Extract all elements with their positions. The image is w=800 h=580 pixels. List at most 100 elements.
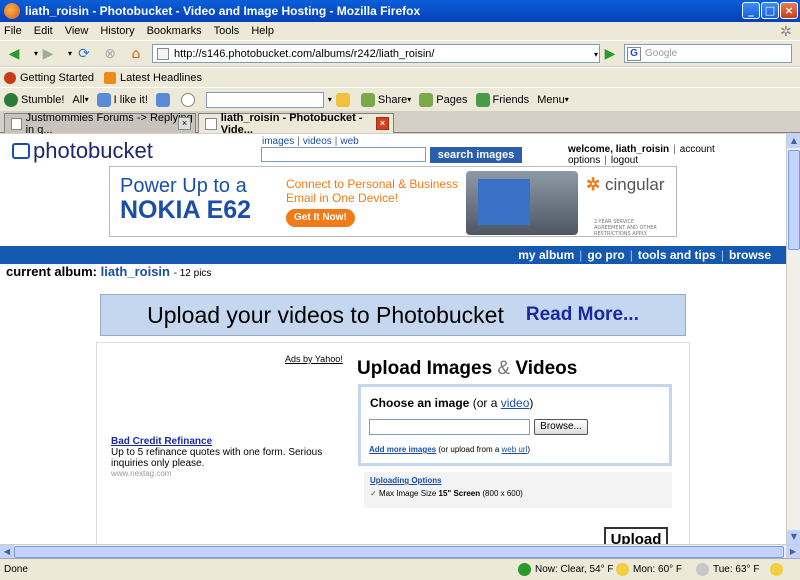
- nav-tools-and-tips[interactable]: tools and tips: [633, 248, 721, 262]
- share-button[interactable]: Share ▾: [360, 92, 412, 107]
- search-videos-link[interactable]: videos: [303, 136, 332, 147]
- url-bar[interactable]: http://s146.photobucket.com/albums/r242/…: [152, 44, 600, 63]
- pb-search-input[interactable]: [261, 147, 426, 162]
- text-ad: Bad Credit Refinance Up to 5 refinance q…: [111, 436, 343, 478]
- menu-tools[interactable]: Tools: [214, 25, 240, 37]
- stumbleupon-toolbar: Stumble! All ▾ I like it! ▾ Share ▾ Pages …: [0, 87, 800, 111]
- sun-icon: [616, 563, 629, 576]
- scroll-up-icon[interactable]: ▲: [787, 134, 800, 148]
- weather-now[interactable]: Now: Clear, 54° F: [518, 563, 613, 576]
- bookmark-getting-started[interactable]: Getting Started: [4, 71, 94, 84]
- tag-button[interactable]: ▾: [328, 92, 353, 107]
- share-icon: [360, 92, 375, 107]
- read-more-link[interactable]: Read More...: [526, 304, 639, 326]
- dislike-button[interactable]: [155, 92, 173, 107]
- upload-banner-text: Upload your videos to Photobucket: [147, 301, 504, 328]
- menu-bookmarks[interactable]: Bookmarks: [147, 25, 202, 37]
- scrollbar-thumb[interactable]: [788, 150, 800, 250]
- scrollbar-thumb[interactable]: [14, 546, 784, 558]
- current-album-heading: current album: liath_roisin - 12 pics: [6, 264, 211, 279]
- stumble-search-input[interactable]: [205, 91, 324, 108]
- all-dropdown[interactable]: All ▾: [72, 94, 88, 106]
- upload-title: Upload Images & Videos: [357, 358, 577, 380]
- menu-help[interactable]: Help: [251, 25, 274, 37]
- maximize-button[interactable]: □: [761, 2, 779, 19]
- menu-edit[interactable]: Edit: [34, 25, 53, 37]
- uploading-options-link[interactable]: Uploading Options: [370, 476, 442, 485]
- tab-photobucket[interactable]: liath_roisin - Photobucket - Vide... ×: [198, 112, 394, 136]
- menu-file[interactable]: File: [4, 25, 22, 37]
- bookmark-latest-headlines[interactable]: Latest Headlines: [104, 71, 202, 84]
- go-icon[interactable]: ▶: [600, 44, 620, 64]
- photobucket-logo[interactable]: photobucket: [12, 138, 153, 164]
- text-ad-title[interactable]: Bad Credit Refinance: [111, 436, 343, 447]
- upload-videos-banner[interactable]: Upload your videos to Photobucket Read M…: [100, 294, 686, 336]
- pages-icon: [419, 92, 434, 107]
- scroll-down-icon[interactable]: ▼: [787, 530, 800, 544]
- search-bar[interactable]: G Google: [624, 44, 792, 63]
- search-images-button[interactable]: search images: [430, 147, 522, 163]
- close-tab-icon[interactable]: ×: [376, 117, 389, 130]
- like-button[interactable]: I like it!: [96, 92, 148, 107]
- weather-mon[interactable]: Mon: 60° F: [616, 563, 682, 576]
- ad-copy: Connect to Personal & Business Email in …: [286, 177, 458, 227]
- ad-fineprint: 2-YEAR SERVICE AGREEMENT AND OTHER RESTR…: [594, 219, 657, 237]
- ads-by-yahoo-link[interactable]: Ads by Yahoo!: [285, 354, 343, 364]
- ad-line1: Power Up to a: [120, 175, 247, 197]
- nav-my-album[interactable]: my album: [513, 248, 579, 262]
- checkmark-icon: ✓: [370, 489, 377, 498]
- weather-wed[interactable]: [770, 563, 787, 576]
- banner-ad[interactable]: Power Up to a NOKIA E62 Connect to Perso…: [109, 166, 677, 237]
- nav-browse[interactable]: browse: [724, 248, 776, 262]
- search-images-link[interactable]: images: [262, 136, 294, 147]
- comment-button[interactable]: [180, 92, 198, 107]
- ad-cta-button[interactable]: Get It Now!: [286, 209, 355, 227]
- thumbs-down-icon: [155, 92, 170, 107]
- back-icon[interactable]: ◀: [4, 44, 24, 64]
- upload-button[interactable]: Upload: [604, 527, 668, 544]
- video-link[interactable]: video: [501, 396, 530, 410]
- vertical-scrollbar[interactable]: ▲ ▼: [786, 134, 800, 544]
- weather-mon-text: Mon: 60° F: [633, 564, 683, 575]
- close-window-button[interactable]: ×: [780, 2, 798, 19]
- reload-icon[interactable]: ⟳: [74, 44, 94, 64]
- scroll-right-icon[interactable]: ▶: [786, 545, 800, 559]
- scroll-left-icon[interactable]: ◀: [0, 545, 14, 559]
- menu-dropdown[interactable]: Menu ▾: [537, 94, 569, 106]
- chevron-down-icon: ▾: [407, 95, 412, 104]
- or-upload-text: (or upload from a: [436, 445, 502, 454]
- pages-button[interactable]: Pages: [419, 92, 468, 107]
- close-tab-icon[interactable]: ×: [178, 117, 191, 130]
- nav-go-pro[interactable]: go pro: [582, 248, 629, 262]
- friends-button[interactable]: Friends: [475, 92, 529, 107]
- page-content: photobucket images | videos | web search ima…: [0, 134, 786, 544]
- home-icon[interactable]: ⌂: [126, 44, 146, 64]
- weather-tue[interactable]: Tue: 63° F: [696, 563, 759, 576]
- web-url-link[interactable]: web url: [502, 445, 528, 454]
- window-titlebar: liath_roisin - Photobucket - Video and I…: [0, 0, 800, 22]
- choose-image-heading: Choose an image (or a video): [370, 396, 533, 410]
- logout-link[interactable]: logout: [611, 155, 638, 166]
- album-name-link[interactable]: liath_roisin: [101, 264, 170, 279]
- stumble-button[interactable]: Stumble!: [4, 92, 64, 107]
- weather-now-text: Now: Clear, 54° F: [535, 564, 614, 575]
- minimize-button[interactable]: _: [742, 2, 760, 19]
- chevron-down-icon: ▾: [564, 95, 569, 104]
- tab-justmommies[interactable]: Justmommies Forums -> Replying in q... ×: [4, 112, 196, 136]
- file-path-input[interactable]: [369, 419, 530, 435]
- menu-history[interactable]: History: [100, 25, 134, 37]
- menu-view[interactable]: View: [65, 25, 89, 37]
- uploading-options-box: Uploading Options ✓ Max Image Size 15" S…: [364, 472, 672, 508]
- search-web-link[interactable]: web: [340, 136, 358, 147]
- tag-icon: [335, 92, 350, 107]
- stop-icon[interactable]: ⊗: [100, 44, 120, 64]
- throbber-icon: ✲: [780, 23, 792, 39]
- choose-image-box: Choose an image (or a video) Browse... A…: [358, 384, 672, 466]
- rss-icon: [104, 71, 116, 84]
- add-more-images-link[interactable]: Add more images: [369, 445, 436, 454]
- comment-icon: [180, 92, 195, 107]
- status-bar: Done Now: Clear, 54° F Mon: 60° F Tue: 6…: [0, 558, 800, 580]
- browse-button[interactable]: Browse...: [534, 419, 588, 435]
- forward-icon[interactable]: ▶: [38, 44, 58, 64]
- horizontal-scrollbar[interactable]: ◀ ▶: [0, 544, 800, 559]
